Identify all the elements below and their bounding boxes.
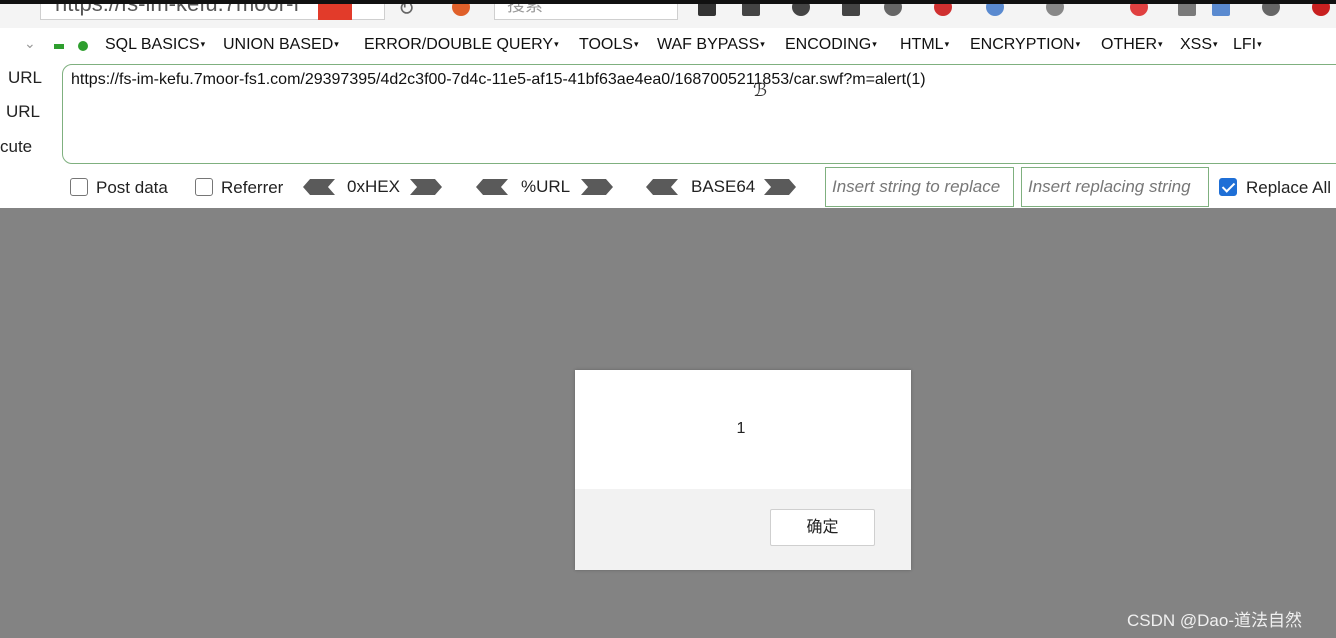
menu-other[interactable]: OTHER▾ — [1101, 36, 1163, 54]
insert-string-input[interactable]: Insert string to replace — [825, 167, 1014, 207]
alert-dialog: 1 确定 — [575, 370, 911, 570]
url-encode-label: %URL — [521, 177, 571, 196]
hackbar-menu: ⌄ SQL BASICS▾ UNION BASED▾ ERROR/DOUBLE … — [0, 32, 1336, 58]
replacing-string-input[interactable]: Insert replacing string — [1021, 167, 1209, 207]
hex-label: 0xHEX — [347, 177, 400, 196]
menu-error-double-query[interactable]: ERROR/DOUBLE QUERY▾ — [364, 36, 559, 54]
reload-icon[interactable]: ↻ — [398, 4, 415, 21]
bookmark-star-icon[interactable] — [698, 4, 716, 16]
menu-union-based[interactable]: UNION BASED▾ — [223, 36, 339, 54]
hackbar-panel: ⌄ SQL BASICS▾ UNION BASED▾ ERROR/DOUBLE … — [0, 28, 1336, 208]
base64-encode-arrow-icon[interactable] — [764, 179, 796, 195]
replace-all-checkbox[interactable] — [1219, 178, 1237, 196]
menu-tools[interactable]: TOOLS▾ — [579, 36, 638, 54]
base64-decode-arrow-icon[interactable] — [646, 179, 678, 195]
minus-icon[interactable] — [54, 44, 64, 49]
dialog-footer: 确定 — [575, 489, 911, 570]
menu-xss[interactable]: XSS▾ — [1180, 36, 1218, 54]
search-box[interactable]: 搜索 — [494, 4, 678, 20]
extension-icon[interactable] — [1212, 4, 1230, 16]
sync-icon[interactable] — [884, 4, 902, 16]
menu-lfi[interactable]: LFI▾ — [1233, 36, 1262, 54]
ok-button[interactable]: 确定 — [770, 509, 875, 546]
load-url-label[interactable]: URL — [8, 68, 42, 88]
extension-icon[interactable] — [1130, 4, 1148, 16]
adblock-icon[interactable] — [1312, 4, 1330, 16]
menu-encoding[interactable]: ENCODING▾ — [785, 36, 877, 54]
post-data-label: Post data — [96, 178, 168, 197]
base64-label: BASE64 — [691, 177, 756, 196]
browser-toolbar: https://fs-im-kefu.7moor-f ↻ 搜索 — [0, 0, 1336, 28]
hex-decode-arrow-icon[interactable] — [303, 179, 335, 195]
url-encode-arrow-icon[interactable] — [581, 179, 613, 195]
alert-message: 1 — [736, 420, 746, 437]
post-data-checkbox[interactable] — [70, 178, 88, 196]
extension-icon[interactable] — [986, 4, 1004, 16]
execute-label[interactable]: cute — [0, 137, 32, 157]
hex-encode-arrow-icon[interactable] — [410, 179, 442, 195]
chevron-down-icon[interactable]: ⌄ — [24, 35, 36, 52]
referrer-label: Referrer — [221, 178, 284, 197]
hackbar-options: Post data Referrer 0xHEX %URL BASE64 Ins… — [0, 167, 1336, 208]
url-decode-arrow-icon[interactable] — [476, 179, 508, 195]
menu-waf-bypass[interactable]: WAF BYPASS▾ — [657, 36, 765, 54]
url-textarea[interactable]: https://fs-im-kefu.7moor-fs1.com/2939739… — [62, 64, 1336, 164]
search-icon[interactable] — [1262, 4, 1280, 16]
watermark: CSDN @Dao-道法自然 — [1127, 611, 1302, 630]
text-cursor-icon: ℬ — [753, 80, 768, 100]
js-icon[interactable] — [934, 4, 952, 16]
pocket-icon[interactable] — [792, 4, 810, 16]
menu-sql-basics[interactable]: SQL BASICS▾ — [105, 36, 205, 54]
replace-all-label: Replace All — [1246, 178, 1332, 197]
home-icon[interactable] — [842, 4, 860, 16]
reader-icon[interactable] — [742, 4, 760, 16]
flag-icon — [318, 4, 352, 20]
plus-icon[interactable] — [78, 41, 88, 51]
extension-icon[interactable] — [1178, 4, 1196, 16]
menu-encryption[interactable]: ENCRYPTION▾ — [970, 36, 1080, 54]
extension-icon[interactable] — [1046, 4, 1064, 16]
menu-html[interactable]: HTML▾ — [900, 36, 949, 54]
referrer-checkbox[interactable] — [195, 178, 213, 196]
extension-icon[interactable] — [452, 4, 470, 16]
split-url-label[interactable]: URL — [6, 102, 40, 122]
